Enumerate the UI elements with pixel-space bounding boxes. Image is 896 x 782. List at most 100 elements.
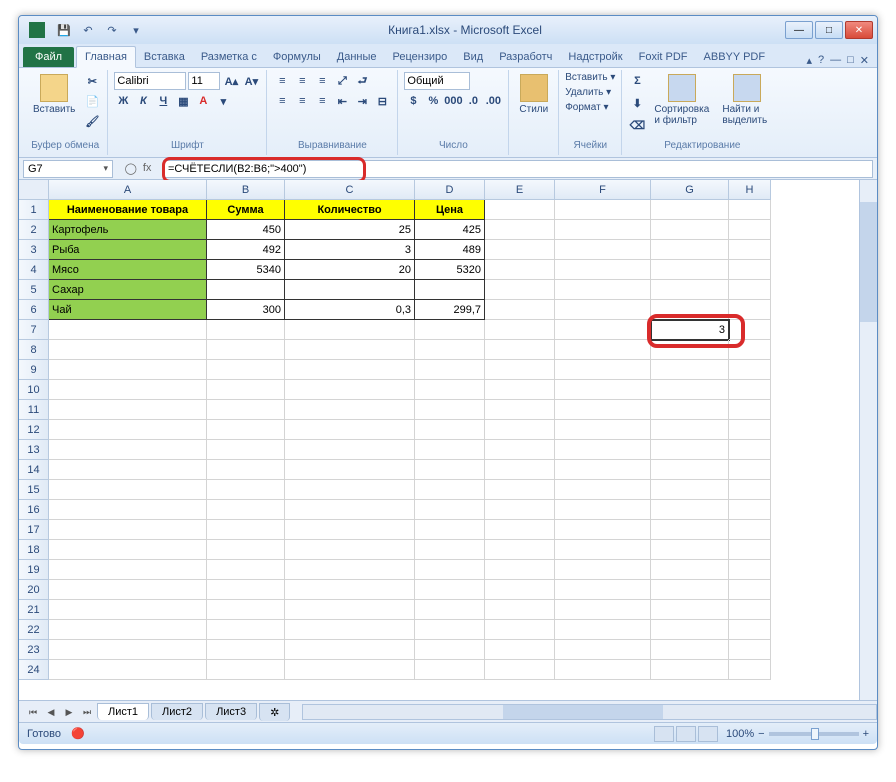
vertical-scrollbar[interactable] xyxy=(859,180,877,700)
cell-C18[interactable] xyxy=(285,540,415,560)
fill-icon[interactable]: ⬇ xyxy=(628,94,646,112)
row-14[interactable]: 14 xyxy=(19,460,49,480)
sheet-tab-2[interactable]: Лист2 xyxy=(151,703,203,720)
cell-G15[interactable] xyxy=(651,480,729,500)
increase-indent-icon[interactable]: ⇥ xyxy=(353,92,371,110)
cell-C12[interactable] xyxy=(285,420,415,440)
row-2[interactable]: 2 xyxy=(19,220,49,240)
cell-H14[interactable] xyxy=(729,460,771,480)
row-23[interactable]: 23 xyxy=(19,640,49,660)
copy-icon[interactable]: 📄 xyxy=(83,92,101,110)
cell-F23[interactable] xyxy=(555,640,651,660)
align-right-icon[interactable]: ≡ xyxy=(313,92,331,110)
cell-H16[interactable] xyxy=(729,500,771,520)
zoom-slider[interactable] xyxy=(769,732,859,736)
row-22[interactable]: 22 xyxy=(19,620,49,640)
cell-C11[interactable] xyxy=(285,400,415,420)
italic-icon[interactable]: К xyxy=(134,92,152,110)
cell-G21[interactable] xyxy=(651,600,729,620)
clear-icon[interactable]: ⌫ xyxy=(628,116,646,134)
align-center-icon[interactable]: ≡ xyxy=(293,92,311,110)
cell-B15[interactable] xyxy=(207,480,285,500)
cell-B6[interactable]: 300 xyxy=(207,300,285,320)
cell-B24[interactable] xyxy=(207,660,285,680)
cell-H11[interactable] xyxy=(729,400,771,420)
cell-G17[interactable] xyxy=(651,520,729,540)
tab-prev-icon[interactable]: ◀ xyxy=(43,704,59,720)
cell-A4[interactable]: Мясо xyxy=(49,260,207,280)
cell-F22[interactable] xyxy=(555,620,651,640)
cell-G9[interactable] xyxy=(651,360,729,380)
cell-A3[interactable]: Рыба xyxy=(49,240,207,260)
styles-button[interactable]: Стили xyxy=(515,72,552,117)
sheet-tab-1[interactable]: Лист1 xyxy=(97,703,149,720)
cell-F19[interactable] xyxy=(555,560,651,580)
row-24[interactable]: 24 xyxy=(19,660,49,680)
col-H[interactable]: H xyxy=(729,180,771,200)
col-D[interactable]: D xyxy=(415,180,485,200)
cell-D14[interactable] xyxy=(415,460,485,480)
cell-H17[interactable] xyxy=(729,520,771,540)
cells-format[interactable]: Формат ▾ xyxy=(565,102,615,113)
vscroll-thumb[interactable] xyxy=(860,202,877,322)
sheet-tab-3[interactable]: Лист3 xyxy=(205,703,257,720)
zoom-out-icon[interactable]: − xyxy=(758,728,764,740)
align-middle-icon[interactable]: ≡ xyxy=(293,72,311,90)
cell-G24[interactable] xyxy=(651,660,729,680)
cell-D19[interactable] xyxy=(415,560,485,580)
cell-H18[interactable] xyxy=(729,540,771,560)
cell-A12[interactable] xyxy=(49,420,207,440)
row-16[interactable]: 16 xyxy=(19,500,49,520)
cell-A1[interactable]: Наименование товара xyxy=(49,200,207,220)
bold-icon[interactable]: Ж xyxy=(114,92,132,110)
row-12[interactable]: 12 xyxy=(19,420,49,440)
cell-A13[interactable] xyxy=(49,440,207,460)
cell-F20[interactable] xyxy=(555,580,651,600)
cut-icon[interactable]: ✂ xyxy=(83,72,101,90)
cell-A5[interactable]: Сахар xyxy=(49,280,207,300)
cell-F8[interactable] xyxy=(555,340,651,360)
cell-B2[interactable]: 450 xyxy=(207,220,285,240)
orientation-icon[interactable]: ⤢ xyxy=(333,72,351,90)
cell-C17[interactable] xyxy=(285,520,415,540)
cells-delete[interactable]: Удалить ▾ xyxy=(565,87,615,98)
page-layout-view-icon[interactable] xyxy=(676,726,696,742)
cell-G16[interactable] xyxy=(651,500,729,520)
cell-E12[interactable] xyxy=(485,420,555,440)
cell-G19[interactable] xyxy=(651,560,729,580)
tab-review[interactable]: Рецензиро xyxy=(385,47,456,67)
cell-D24[interactable] xyxy=(415,660,485,680)
cell-B8[interactable] xyxy=(207,340,285,360)
cell-C19[interactable] xyxy=(285,560,415,580)
cell-H15[interactable] xyxy=(729,480,771,500)
cell-H23[interactable] xyxy=(729,640,771,660)
row-3[interactable]: 3 xyxy=(19,240,49,260)
cell-B3[interactable]: 492 xyxy=(207,240,285,260)
macro-record-icon[interactable]: 🔴 xyxy=(71,727,85,740)
cell-A6[interactable]: Чай xyxy=(49,300,207,320)
cell-H19[interactable] xyxy=(729,560,771,580)
cell-F18[interactable] xyxy=(555,540,651,560)
cell-C6[interactable]: 0,3 xyxy=(285,300,415,320)
cell-B12[interactable] xyxy=(207,420,285,440)
col-G[interactable]: G xyxy=(651,180,729,200)
tab-formulas[interactable]: Формулы xyxy=(265,47,329,67)
cell-D21[interactable] xyxy=(415,600,485,620)
cell-A24[interactable] xyxy=(49,660,207,680)
fx-icon[interactable]: fx xyxy=(143,162,152,175)
cell-G8[interactable] xyxy=(651,340,729,360)
cell-G13[interactable] xyxy=(651,440,729,460)
cell-E18[interactable] xyxy=(485,540,555,560)
tab-insert[interactable]: Вставка xyxy=(136,47,193,67)
cell-E1[interactable] xyxy=(485,200,555,220)
tab-data[interactable]: Данные xyxy=(329,47,385,67)
cell-D22[interactable] xyxy=(415,620,485,640)
page-break-view-icon[interactable] xyxy=(698,726,718,742)
cell-E15[interactable] xyxy=(485,480,555,500)
cell-A22[interactable] xyxy=(49,620,207,640)
cell-F12[interactable] xyxy=(555,420,651,440)
zoom-slider-knob[interactable] xyxy=(811,728,819,740)
cell-A21[interactable] xyxy=(49,600,207,620)
redo-button[interactable]: ↷ xyxy=(103,21,121,39)
cell-B14[interactable] xyxy=(207,460,285,480)
